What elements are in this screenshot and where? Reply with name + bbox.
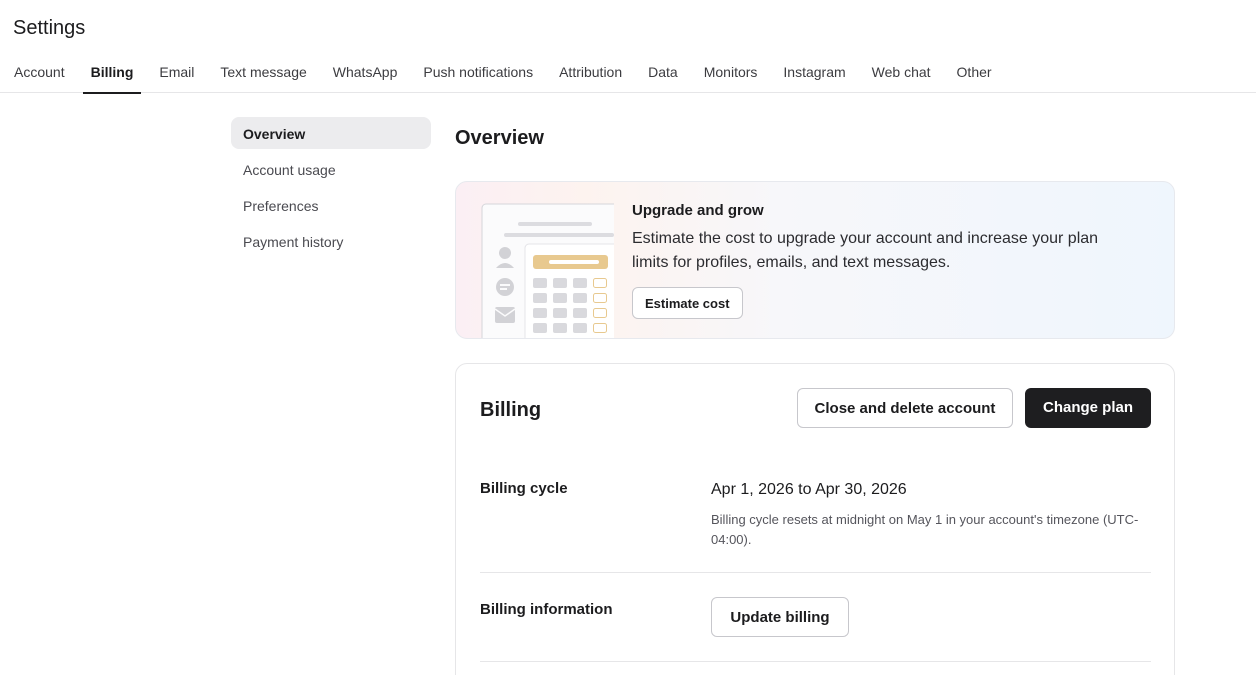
banner-heading: Upgrade and grow — [632, 202, 764, 219]
tab-data[interactable]: Data — [648, 58, 678, 93]
billing-sidenav: Overview Account usage Preferences Payme… — [231, 117, 431, 261]
tab-attribution[interactable]: Attribution — [559, 58, 622, 93]
tab-whatsapp[interactable]: WhatsApp — [333, 58, 398, 93]
sidenav-item-overview[interactable]: Overview — [231, 117, 431, 149]
tab-instagram[interactable]: Instagram — [783, 58, 845, 93]
billing-information-label: Billing information — [480, 601, 613, 618]
upgrade-banner: Upgrade and grow Estimate the cost to up… — [455, 181, 1175, 339]
billing-cycle-label: Billing cycle — [480, 480, 568, 497]
row-divider — [480, 661, 1151, 662]
tab-billing[interactable]: Billing — [82, 58, 142, 94]
tab-monitors[interactable]: Monitors — [704, 58, 758, 93]
estimate-cost-button[interactable]: Estimate cost — [632, 287, 743, 319]
close-delete-account-button[interactable]: Close and delete account — [797, 388, 1013, 428]
tab-push-notifications[interactable]: Push notifications — [423, 58, 533, 93]
change-plan-button[interactable]: Change plan — [1025, 388, 1151, 428]
billing-title: Billing — [480, 399, 542, 421]
sidenav-item-payment-history[interactable]: Payment history — [231, 225, 431, 257]
update-billing-button[interactable]: Update billing — [711, 597, 849, 637]
plan-illustration-icon — [481, 203, 614, 338]
banner-description: Estimate the cost to upgrade your accoun… — [632, 230, 1099, 271]
billing-cycle-note: Billing cycle resets at midnight on May … — [711, 512, 1139, 547]
tab-account[interactable]: Account — [14, 58, 65, 93]
page-title: Settings — [13, 17, 86, 39]
settings-tabs: Account Billing Email Text message Whats… — [0, 58, 1256, 94]
tab-email[interactable]: Email — [159, 58, 194, 93]
tab-other[interactable]: Other — [957, 58, 992, 93]
sidenav-item-preferences[interactable]: Preferences — [231, 189, 431, 221]
billing-cycle-value: Apr 1, 2026 to Apr 30, 2026 — [711, 481, 907, 498]
row-divider — [480, 572, 1151, 573]
tab-text-message[interactable]: Text message — [220, 58, 306, 93]
banner-content: Upgrade and grow Estimate the cost to up… — [632, 202, 1132, 319]
tab-web-chat[interactable]: Web chat — [872, 58, 931, 93]
sidenav-item-account-usage[interactable]: Account usage — [231, 153, 431, 185]
billing-card: Billing Close and delete account Change … — [455, 363, 1175, 675]
section-title: Overview — [455, 127, 544, 149]
